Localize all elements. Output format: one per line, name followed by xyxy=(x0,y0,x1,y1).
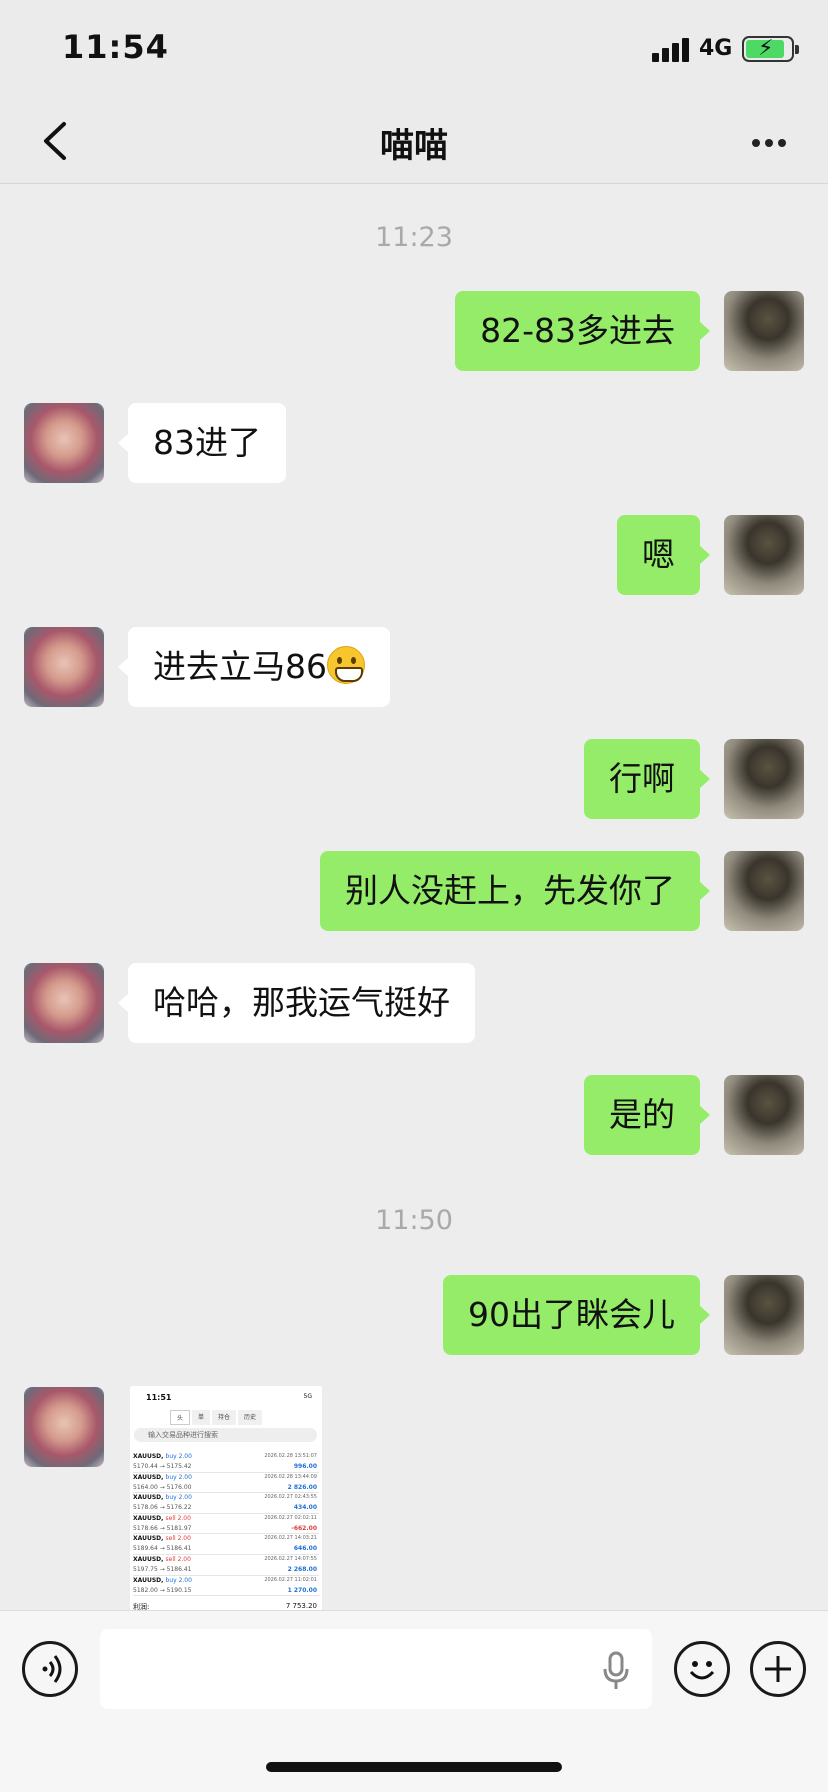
screenshot-tabs: 头 单 持仓 历史 xyxy=(170,1410,263,1425)
message-bubble-sent[interactable]: 嗯 xyxy=(617,515,710,595)
image-message-trade-screenshot[interactable]: 11:51 5G 头 单 持仓 历史 输入交易品种进行搜索 XAUUSD, bu… xyxy=(130,1386,322,1612)
cellular-signal-icon xyxy=(652,38,692,62)
message-bubble-sent[interactable]: 别人没赶上，先发你了 xyxy=(320,851,710,931)
trade-prices: 5197.75 → 5186.41 xyxy=(133,1565,192,1573)
trade-date: 2026.02.27 11:02:01 xyxy=(264,1576,317,1583)
message-bubble-received[interactable]: 83进了 xyxy=(118,403,286,483)
trade-prices: 5170.44 → 5175.42 xyxy=(133,1463,192,1470)
trade-profit: 2 826.00 xyxy=(287,1483,317,1491)
message-text: 进去立马86 xyxy=(153,647,327,686)
screenshot-tab: 头 xyxy=(170,1410,191,1425)
more-options-button[interactable] xyxy=(744,122,794,162)
total-value: 7 753.20 xyxy=(285,1602,317,1610)
status-bar: 11:54 4G ⚡ xyxy=(0,0,828,100)
screenshot-time: 11:51 xyxy=(146,1393,172,1402)
chat-title: 喵喵 xyxy=(380,126,448,166)
contact-avatar[interactable] xyxy=(24,403,104,483)
message-timestamp: 11:50 xyxy=(375,1205,453,1236)
screenshot-tab: 历史 xyxy=(238,1410,263,1425)
trade-date: 2026.02.28 13:51:07 xyxy=(264,1453,317,1459)
trade-date: 2026.02.27 14:03:21 xyxy=(264,1535,317,1542)
plus-icon xyxy=(765,1656,791,1682)
my-avatar[interactable] xyxy=(724,851,804,931)
trade-row: XAUUSD, sell 2.00 5178.66 → 5181.97 2026.0… xyxy=(133,1514,319,1535)
contact-avatar[interactable] xyxy=(24,1387,104,1467)
trade-prices: 5178.66 → 5181.97 xyxy=(133,1524,192,1532)
screenshot-tab: 单 xyxy=(192,1410,211,1425)
trade-prices: 5189.64 → 5186.41 xyxy=(133,1545,192,1553)
trade-symbol: XAUUSD, buy 2.00 xyxy=(133,1494,192,1502)
trade-row: XAUUSD, buy 2.00 5178.06 → 5176.22 2026.02… xyxy=(133,1493,319,1514)
microphone-icon[interactable] xyxy=(600,1651,632,1691)
screenshot-search: 输入交易品种进行搜索 xyxy=(134,1428,317,1442)
trade-profit: 996.00 xyxy=(293,1463,317,1470)
trade-profit: 1 270.00 xyxy=(287,1586,317,1594)
trade-symbol: XAUUSD, buy 2.00 xyxy=(133,1576,192,1584)
trade-row: XAUUSD, buy 2.00 5170.44 → 5175.42 2026.02… xyxy=(133,1452,319,1473)
screenshot-tab: 持仓 xyxy=(212,1410,237,1425)
contact-avatar[interactable] xyxy=(24,963,104,1043)
screenshot-status: 5G xyxy=(303,1393,312,1400)
add-attachment-button[interactable] xyxy=(750,1641,806,1697)
network-type: 4G xyxy=(699,36,733,61)
message-bubble-received[interactable]: 进去立马86 xyxy=(118,627,390,707)
trade-profit: 646.00 xyxy=(293,1545,317,1553)
my-avatar[interactable] xyxy=(724,1275,804,1355)
screenshot-trade-list: XAUUSD, buy 2.00 5170.44 → 5175.42 2026.02… xyxy=(133,1452,319,1597)
trade-date: 2026.02.27 02:43:55 xyxy=(264,1494,317,1501)
chat-header: 喵喵 xyxy=(0,100,828,184)
grinning-face-icon xyxy=(327,646,365,684)
voice-input-button[interactable] xyxy=(22,1641,78,1697)
smiley-face-icon xyxy=(689,1661,715,1680)
trade-symbol: XAUUSD, sell 2.00 xyxy=(133,1514,191,1522)
message-bubble-received[interactable]: 哈哈，那我运气挺好 xyxy=(118,963,475,1043)
contact-avatar[interactable] xyxy=(24,627,104,707)
message-input[interactable] xyxy=(100,1629,652,1709)
message-bubble-sent[interactable]: 是的 xyxy=(584,1075,710,1155)
status-time: 11:54 xyxy=(62,28,169,66)
trade-symbol: XAUUSD, sell 2.00 xyxy=(133,1555,191,1563)
trade-profit: 434.00 xyxy=(293,1504,317,1512)
trade-profit: 2 268.00 xyxy=(287,1565,317,1573)
trade-date: 2026.02.27 14:07:55 xyxy=(264,1555,317,1562)
message-bubble-sent[interactable]: 行啊 xyxy=(584,739,710,819)
trade-date: 2026.02.28 13:44:09 xyxy=(264,1473,317,1480)
trade-prices: 5178.06 → 5176.22 xyxy=(133,1504,192,1512)
trade-row: XAUUSD, buy 2.00 5164.00 → 5176.00 2026.02… xyxy=(133,1473,319,1494)
message-bubble-sent[interactable]: 90出了眯会儿 xyxy=(443,1275,710,1355)
trade-row: XAUUSD, sell 2.00 5197.75 → 5186.41 2026.0… xyxy=(133,1555,319,1576)
trade-row: XAUUSD, sell 2.00 5189.64 → 5186.41 2026.0… xyxy=(133,1534,319,1555)
trade-profit: -662.00 xyxy=(291,1524,317,1532)
voice-wave-icon xyxy=(42,1655,62,1683)
trade-symbol: XAUUSD, buy 2.00 xyxy=(133,1473,192,1481)
trade-prices: 5164.00 → 5176.00 xyxy=(133,1483,192,1491)
message-timestamp: 11:23 xyxy=(375,222,453,253)
my-avatar[interactable] xyxy=(724,515,804,595)
trade-symbol: XAUUSD, buy 2.00 xyxy=(133,1453,192,1460)
my-avatar[interactable] xyxy=(724,1075,804,1155)
my-avatar[interactable] xyxy=(724,739,804,819)
battery-charging-icon: ⚡ xyxy=(742,36,799,62)
trade-row: XAUUSD, buy 2.00 5182.00 → 5190.15 2026.02… xyxy=(133,1576,319,1597)
trade-prices: 5182.00 → 5190.15 xyxy=(133,1586,192,1594)
home-indicator xyxy=(266,1762,562,1772)
emoji-button[interactable] xyxy=(674,1641,730,1697)
my-avatar[interactable] xyxy=(724,291,804,371)
message-bubble-sent[interactable]: 82-83多进去 xyxy=(455,291,710,371)
trade-date: 2026.02.27 02:02:11 xyxy=(264,1514,317,1521)
trade-symbol: XAUUSD, sell 2.00 xyxy=(133,1535,191,1543)
